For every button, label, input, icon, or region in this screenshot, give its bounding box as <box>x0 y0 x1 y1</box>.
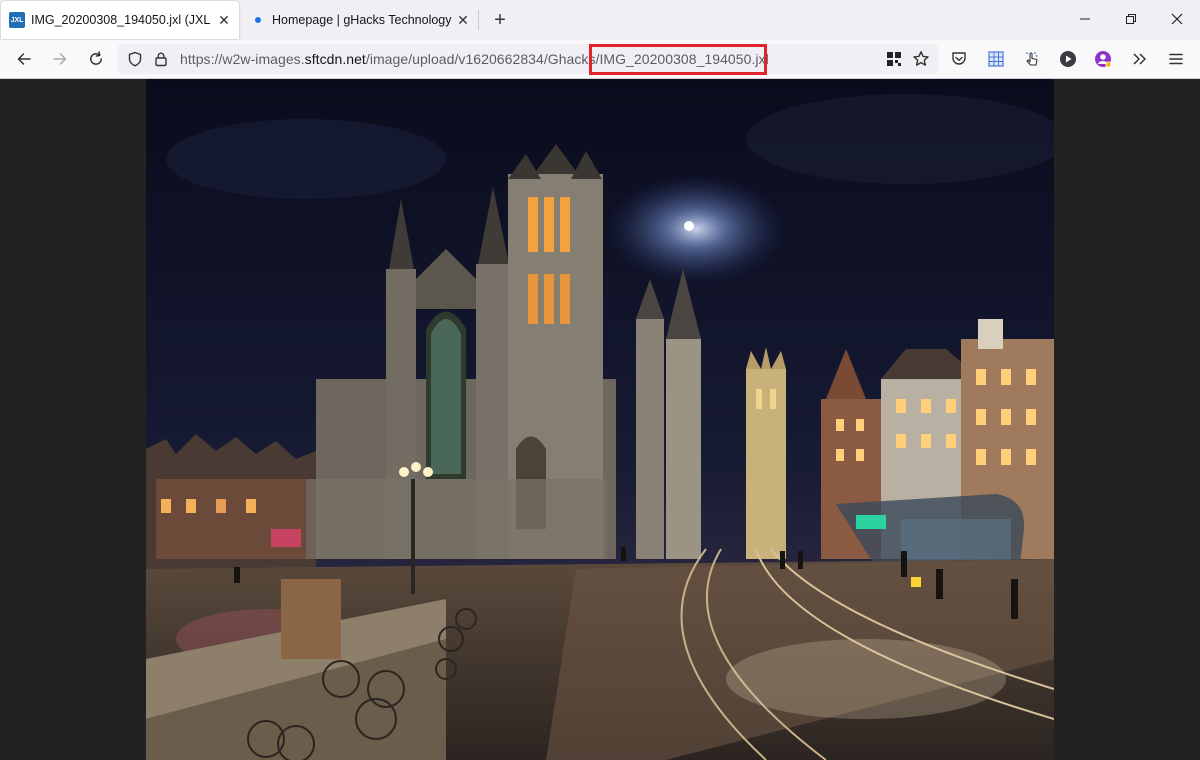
new-tab-icon[interactable]: + <box>486 6 514 34</box>
url-prefix: https://w2w-images. <box>180 51 305 67</box>
play-extension-icon[interactable] <box>1058 49 1078 69</box>
menu-icon[interactable] <box>1166 49 1186 69</box>
jxl-favicon-icon: JXL <box>9 12 25 28</box>
minimize-icon[interactable] <box>1062 0 1108 38</box>
pocket-icon[interactable] <box>949 49 969 69</box>
close-tab-icon[interactable]: ✕ <box>452 9 474 31</box>
forward-icon[interactable] <box>46 45 74 73</box>
overflow-chevrons-icon[interactable] <box>1130 49 1150 69</box>
reload-icon[interactable] <box>82 45 110 73</box>
dot-favicon-icon <box>250 12 266 28</box>
tab-title: IMG_20200308_194050.jxl (JXL Imag <box>31 13 213 27</box>
jxl-photo <box>146 79 1054 760</box>
star-icon[interactable] <box>911 49 931 69</box>
address-bar[interactable]: https://w2w-images.sftcdn.net/image/uplo… <box>118 44 938 74</box>
close-window-icon[interactable] <box>1154 0 1200 38</box>
filename-highlight-box <box>589 44 767 75</box>
pointer-extension-icon[interactable] <box>1022 49 1042 69</box>
lock-icon[interactable] <box>152 50 170 68</box>
tab-jxl-image[interactable]: JXL IMG_20200308_194050.jxl (JXL Imag ✕ <box>1 1 239 39</box>
qr-code-icon[interactable] <box>884 49 904 69</box>
url-host: sftcdn.net <box>304 51 366 67</box>
grid-extension-icon[interactable] <box>986 49 1006 69</box>
close-tab-icon[interactable]: ✕ <box>213 9 235 31</box>
restore-icon[interactable] <box>1108 0 1154 38</box>
back-icon[interactable] <box>10 45 38 73</box>
tab-strip: JXL IMG_20200308_194050.jxl (JXL Imag ✕ … <box>0 0 1200 40</box>
account-icon[interactable] <box>1093 49 1113 69</box>
tab-ghacks-homepage[interactable]: Homepage | gHacks Technology Ne ✕ <box>242 1 478 39</box>
shield-icon[interactable] <box>126 50 144 68</box>
tab-title: Homepage | gHacks Technology Ne <box>272 13 452 27</box>
url-path: /image/upload/v1620662834/Ghacks/ <box>365 51 600 67</box>
tab-separator <box>478 10 479 30</box>
